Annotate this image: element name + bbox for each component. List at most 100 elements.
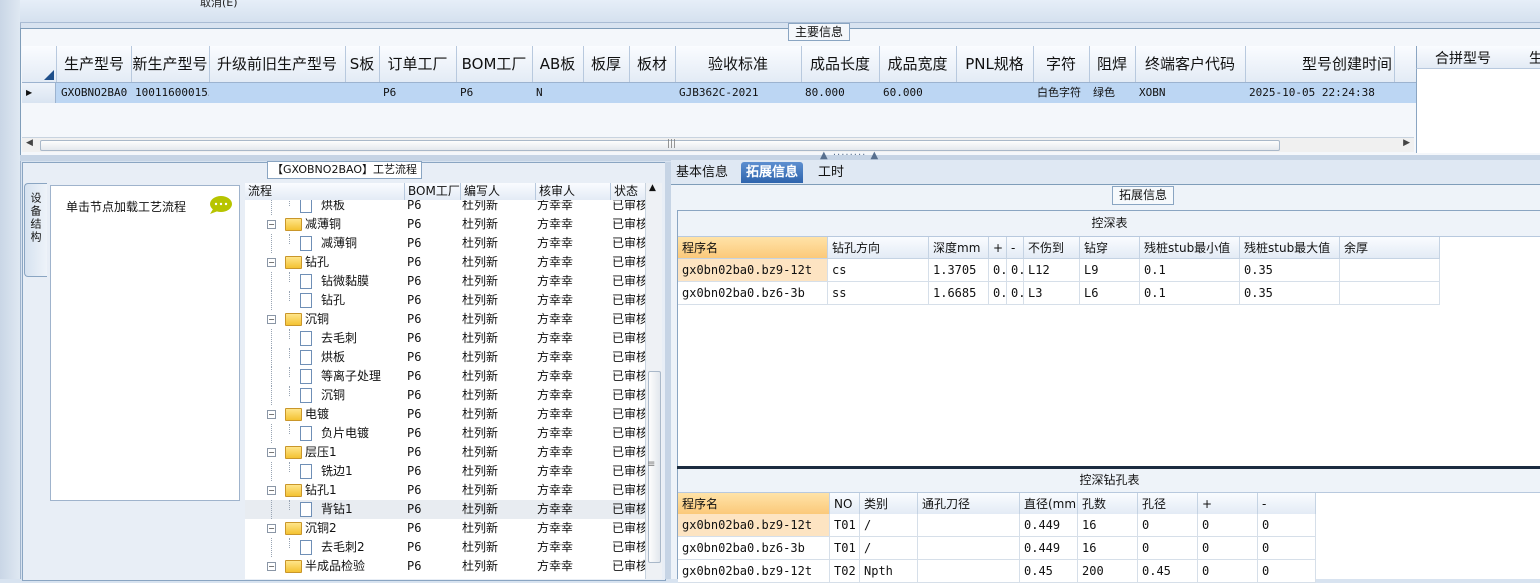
tree-node-label[interactable]: 沉铜2 bbox=[305, 519, 337, 538]
tree-node-label[interactable]: 铣边1 bbox=[321, 462, 353, 481]
tree-node-label[interactable]: 去毛刺2 bbox=[321, 538, 365, 557]
depth-cell[interactable]: 0.1 bbox=[1140, 282, 1240, 305]
right-column-cut[interactable]: 生 bbox=[1529, 48, 1540, 68]
drill-cell[interactable]: 0 bbox=[1258, 560, 1316, 583]
grid-column-header[interactable]: 终端客户代码 bbox=[1135, 46, 1246, 82]
depth-col-header[interactable]: 钻孔方向 bbox=[828, 237, 929, 259]
tree-node-label[interactable]: 负片电镀 bbox=[321, 424, 369, 443]
tree-node-label[interactable]: 去毛刺 bbox=[321, 329, 357, 348]
drill-cell[interactable]: 0.45 bbox=[1138, 560, 1198, 583]
tree-node-label[interactable]: 半成品检验 bbox=[305, 557, 365, 576]
drill-col-header[interactable]: 孔数 bbox=[1078, 493, 1138, 515]
grid-column-header[interactable]: 成品长度 bbox=[801, 46, 880, 82]
grid-cell[interactable] bbox=[956, 83, 1033, 103]
grid-column-header[interactable]: 板材 bbox=[629, 46, 676, 82]
tree-node-label[interactable]: 减薄铜 bbox=[321, 234, 357, 253]
row-pointer-icon[interactable]: ▶ bbox=[22, 83, 56, 103]
depth-col-header[interactable]: 程序名 bbox=[678, 237, 828, 259]
tree-row[interactable]: 负片电镀 P6 杜列新 方幸幸 已审核 bbox=[245, 424, 645, 443]
grid-column-header[interactable]: 验收标准 bbox=[675, 46, 802, 82]
drill-cell[interactable]: T02 bbox=[830, 560, 860, 583]
tree-row[interactable]: − 沉铜 P6 杜列新 方幸幸 已审核 bbox=[245, 310, 645, 329]
grid-cell[interactable]: 80.000 bbox=[801, 83, 879, 103]
depth-cell[interactable]: gx0bn02ba0.bz9-12t bbox=[678, 259, 828, 282]
grid-cell[interactable]: 60.000 bbox=[879, 83, 956, 103]
drill-cell[interactable]: 0 bbox=[1258, 514, 1316, 537]
tree-row[interactable]: 铣边1 P6 杜列新 方幸幸 已审核 bbox=[245, 462, 645, 481]
grid-cell[interactable]: P6 bbox=[379, 83, 456, 103]
grid-cell[interactable]: GXOBNO2BA0 bbox=[57, 83, 131, 103]
tree-node-label[interactable]: 钻微黏膜 bbox=[321, 272, 369, 291]
drill-cell[interactable]: T01 bbox=[830, 537, 860, 560]
tree-node-label[interactable]: 钻孔 bbox=[305, 253, 329, 272]
grid-cell[interactable]: XOBN bbox=[1135, 83, 1245, 103]
depth-col-header[interactable]: 残桩stub最小值 bbox=[1140, 237, 1240, 259]
tree-node-label[interactable]: 沉铜 bbox=[305, 310, 329, 329]
merge-model-column[interactable]: 合拼型号 bbox=[1435, 48, 1491, 68]
depth-cell[interactable]: 1.3705 bbox=[929, 259, 989, 282]
tab-basic-info[interactable]: 基本信息 bbox=[671, 162, 733, 183]
drill-cell[interactable] bbox=[918, 514, 1020, 537]
depth-cell[interactable]: 0.. bbox=[1007, 259, 1024, 282]
grid-column-header[interactable]: 阻焊 bbox=[1089, 46, 1136, 82]
grid-cell[interactable]: GJB362C-2021 bbox=[675, 83, 801, 103]
depth-cell[interactable]: 0.. bbox=[989, 259, 1007, 282]
grid-column-header[interactable]: 成品宽度 bbox=[879, 46, 957, 82]
grid-column-header[interactable]: BOM工厂 bbox=[456, 46, 533, 82]
depth-col-header[interactable]: 残桩stub最大值 bbox=[1240, 237, 1340, 259]
depth-cell[interactable]: L3 bbox=[1024, 282, 1080, 305]
grid-cell[interactable]: 10011600015573 bbox=[131, 83, 209, 103]
tree-node-label[interactable]: 等离子处理 bbox=[321, 367, 381, 386]
grid-cell[interactable] bbox=[583, 83, 629, 103]
grid-cell[interactable] bbox=[209, 83, 345, 103]
tree-row[interactable]: 减薄铜 P6 杜列新 方幸幸 已审核 bbox=[245, 234, 645, 253]
collapse-toggle-icon[interactable]: − bbox=[267, 448, 276, 457]
tab-extended-info[interactable]: 拓展信息 bbox=[741, 162, 804, 183]
tree-node-label[interactable]: 沉铜 bbox=[321, 386, 345, 405]
collapse-toggle-icon[interactable]: − bbox=[267, 562, 276, 571]
drill-cell[interactable]: 0.45 bbox=[1020, 560, 1078, 583]
depth-cell[interactable]: 0.. bbox=[989, 282, 1007, 305]
drill-cell[interactable]: gx0bn02ba0.bz9-12t bbox=[678, 514, 830, 537]
tree-row[interactable]: 沉铜 P6 杜列新 方幸幸 已审核 bbox=[245, 386, 645, 405]
drill-cell[interactable]: 16 bbox=[1078, 514, 1138, 537]
grid-column-header[interactable]: 升级前旧生产型号 bbox=[209, 46, 346, 82]
drill-cell[interactable]: 0 bbox=[1198, 537, 1258, 560]
grid-cell[interactable] bbox=[629, 83, 675, 103]
depth-cell[interactable]: cs bbox=[828, 259, 929, 282]
drill-cell[interactable]: 0 bbox=[1198, 514, 1258, 537]
drill-cell[interactable]: 0 bbox=[1138, 537, 1198, 560]
depth-col-header[interactable]: 钻穿 bbox=[1080, 237, 1140, 259]
tree-row[interactable]: 烘板 P6 杜列新 方幸幸 已审核 bbox=[245, 348, 645, 367]
drill-col-header[interactable]: 通孔刀径 bbox=[918, 493, 1020, 515]
tree-node-label[interactable]: 钻孔 bbox=[321, 291, 345, 310]
grid-select-all-corner[interactable] bbox=[22, 46, 57, 82]
grid-column-header[interactable]: 生产型号 bbox=[57, 46, 132, 82]
col-writer[interactable]: 编写人 bbox=[461, 183, 536, 200]
drill-cell[interactable]: 200 bbox=[1078, 560, 1138, 583]
grid-column-header[interactable]: AB板 bbox=[532, 46, 584, 82]
process-tree-vscrollbar[interactable]: ▲ ≡ bbox=[645, 183, 662, 579]
depth-col-header[interactable]: 余厚 bbox=[1340, 237, 1440, 259]
depth-cell[interactable]: ss bbox=[828, 282, 929, 305]
drill-cell[interactable]: 0.449 bbox=[1020, 514, 1078, 537]
col-reviewer[interactable]: 核审人 bbox=[536, 183, 611, 200]
grid-cell[interactable]: N bbox=[532, 83, 583, 103]
tree-node-label[interactable]: 背钻1 bbox=[321, 500, 353, 519]
grid-column-header[interactable]: 字符 bbox=[1033, 46, 1090, 82]
depth-cell[interactable]: 0.. bbox=[1007, 282, 1024, 305]
table-row[interactable]: GXOBNO2BA010011600015573P6P6NGJB362C-202… bbox=[22, 83, 1416, 103]
tree-node-label[interactable]: 烘板 bbox=[321, 200, 345, 215]
drill-cell[interactable]: 0 bbox=[1138, 514, 1198, 537]
tree-node-label[interactable]: 层压1 bbox=[305, 443, 337, 462]
grid-column-header[interactable]: 板厚 bbox=[583, 46, 630, 82]
depth-cell[interactable]: 0.1 bbox=[1140, 259, 1240, 282]
tree-row[interactable]: − 层压1 P6 杜列新 方幸幸 已审核 bbox=[245, 443, 645, 462]
tree-row[interactable]: 等离子处理 P6 杜列新 方幸幸 已审核 bbox=[245, 367, 645, 386]
tree-row[interactable]: − 减薄铜 P6 杜列新 方幸幸 已审核 bbox=[245, 215, 645, 234]
tree-row[interactable]: − 钻孔 P6 杜列新 方幸幸 已审核 bbox=[245, 253, 645, 272]
tree-row[interactable]: − 钻孔1 P6 杜列新 方幸幸 已审核 bbox=[245, 481, 645, 500]
drill-cell[interactable] bbox=[918, 560, 1020, 583]
grid-cell[interactable]: P6 bbox=[456, 83, 532, 103]
main-grid-hscrollbar[interactable]: ◀ ||| ▶ bbox=[22, 137, 1414, 152]
